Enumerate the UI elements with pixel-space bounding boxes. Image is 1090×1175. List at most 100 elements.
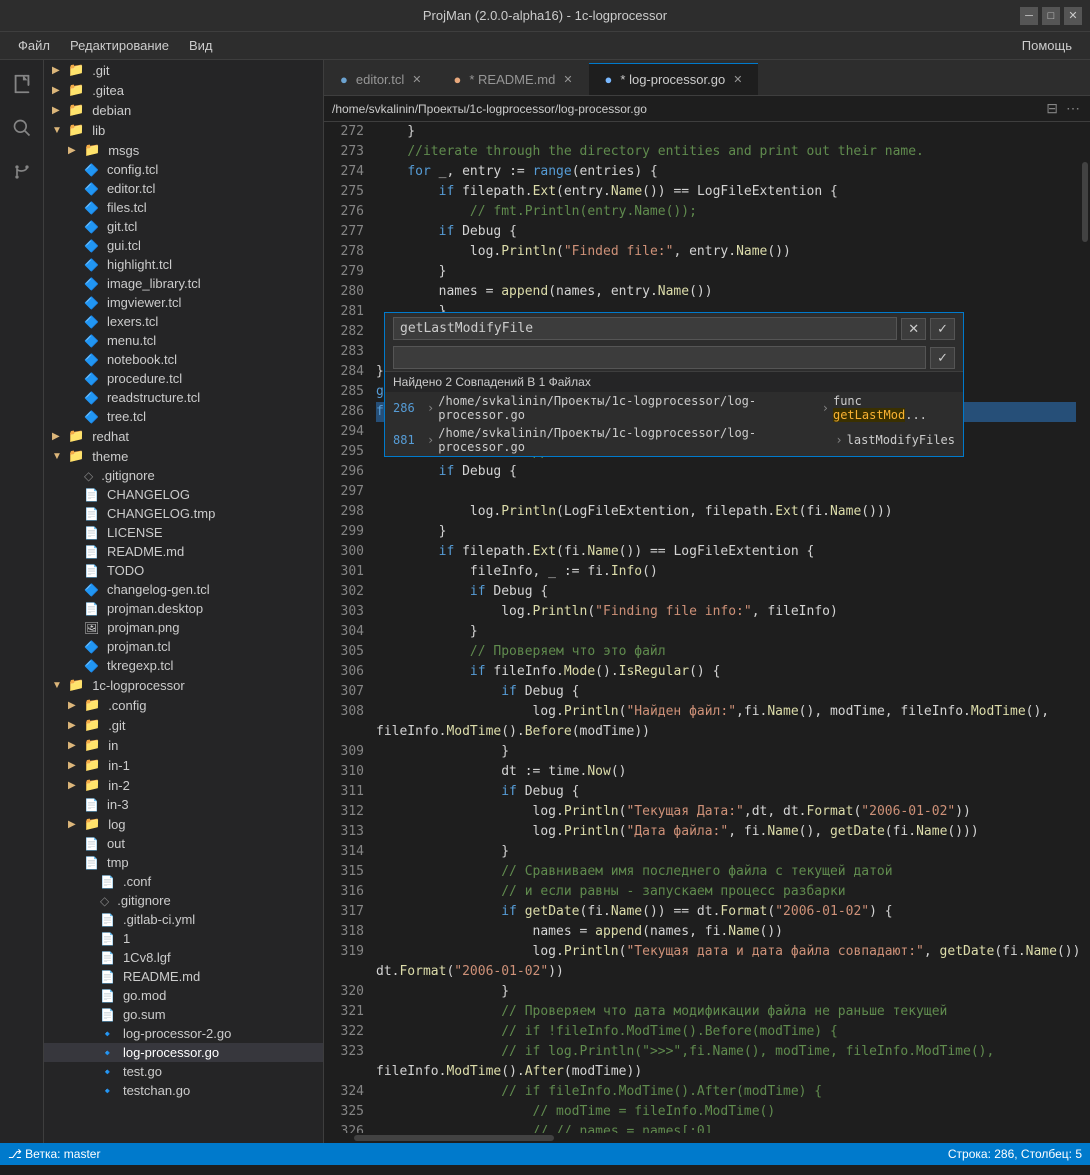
code-line: names = append(names, fi.Name()) (376, 922, 1076, 942)
minimize-button[interactable]: ─ (1020, 7, 1038, 25)
tree-item[interactable]: 📄out (44, 834, 323, 853)
close-button[interactable]: ✕ (1064, 7, 1082, 25)
cursor-position[interactable]: Строка: 286, Столбец: 5 (948, 1147, 1082, 1161)
tab-close-log-processor[interactable]: ✕ (733, 73, 742, 86)
line-number: 313 (332, 822, 364, 842)
line-number: 273 (332, 142, 364, 162)
replace-input[interactable] (393, 346, 926, 369)
tree-item[interactable]: 🔷notebook.tcl (44, 350, 323, 369)
tree-item[interactable]: 🔷image_library.tcl (44, 274, 323, 293)
git-branch-status[interactable]: ⎇ Ветка: master (8, 1147, 100, 1161)
tab-readme[interactable]: ● * README.md ✕ (438, 63, 589, 95)
tab-editor-tcl[interactable]: ● editor.tcl ✕ (324, 63, 438, 95)
vertical-scrollbar[interactable] (1080, 122, 1090, 1133)
tree-item-label: menu.tcl (107, 333, 156, 348)
line-number: 285 (332, 382, 364, 402)
menu-file[interactable]: Файл (8, 34, 60, 57)
tree-item[interactable]: 🔷config.tcl (44, 160, 323, 179)
scrollbar-thumb[interactable] (1082, 162, 1088, 242)
search-confirm-button[interactable]: ✓ (930, 318, 955, 340)
split-editor-icon[interactable]: ⊟ (1044, 100, 1060, 117)
tree-item[interactable]: 🔷tkregexp.tcl (44, 656, 323, 675)
maximize-button[interactable]: □ (1042, 7, 1060, 25)
tree-item[interactable]: 📄1 (44, 929, 323, 948)
tree-item[interactable]: 🔷imgviewer.tcl (44, 293, 323, 312)
menu-view[interactable]: Вид (179, 34, 223, 57)
tree-item[interactable]: ▶📁in-1 (44, 755, 323, 775)
tree-item[interactable]: 🔹test.go (44, 1062, 323, 1081)
tab-log-processor[interactable]: ● * log-processor.go ✕ (589, 63, 759, 95)
tree-item[interactable]: ▶📁in (44, 735, 323, 755)
tree-file-icon: 📁 (84, 777, 100, 793)
tree-arrow-icon: ▼ (52, 125, 64, 136)
h-scrollbar-thumb[interactable] (354, 1135, 554, 1141)
tree-item[interactable]: 📄in-3 (44, 795, 323, 814)
tree-item[interactable]: ▶📁.git (44, 715, 323, 735)
tab-close-editor-tcl[interactable]: ✕ (412, 73, 421, 86)
tree-item[interactable]: 📄.conf (44, 872, 323, 891)
tree-item[interactable]: ▶📁.git (44, 60, 323, 80)
tree-item[interactable]: 🔷changelog-gen.tcl (44, 580, 323, 599)
menu-help[interactable]: Помощь (1012, 34, 1082, 57)
tab-close-readme[interactable]: ✕ (563, 73, 572, 86)
menu-bar: Файл Редактирование Вид Помощь (0, 32, 1090, 60)
tree-item[interactable]: ▶📁log (44, 814, 323, 834)
tree-item[interactable]: 🔷git.tcl (44, 217, 323, 236)
search-input[interactable] (393, 317, 897, 340)
tree-item[interactable]: 📄CHANGELOG.tmp (44, 504, 323, 523)
search-clear-button[interactable]: ✕ (901, 318, 926, 340)
tree-item[interactable]: ▼📁1c-logprocessor (44, 675, 323, 695)
search-result-1[interactable]: 286 › /home/svkalinin/Проекты/1c-logproc… (385, 392, 963, 424)
line-number: 283 (332, 342, 364, 362)
tree-item[interactable]: 📄go.mod (44, 986, 323, 1005)
breadcrumb-icons: ⊟ ⋯ (1044, 100, 1082, 117)
search-result-2[interactable]: 881 › /home/svkalinin/Проекты/1c-logproc… (385, 424, 963, 456)
tree-item[interactable]: 🔷tree.tcl (44, 407, 323, 426)
menu-edit[interactable]: Редактирование (60, 34, 179, 57)
tree-item[interactable]: 🔷projman.tcl (44, 637, 323, 656)
tree-item[interactable]: 🔷files.tcl (44, 198, 323, 217)
tree-item[interactable]: ▼📁theme (44, 446, 323, 466)
tree-item[interactable]: ▼📁lib (44, 120, 323, 140)
tree-item[interactable]: 📄CHANGELOG (44, 485, 323, 504)
tree-item[interactable]: ◇.gitignore (44, 466, 323, 485)
tree-item[interactable]: 🔷lexers.tcl (44, 312, 323, 331)
tree-item[interactable]: 🔷gui.tcl (44, 236, 323, 255)
search-icon[interactable] (6, 112, 38, 144)
tree-item[interactable]: 🔹log-processor.go (44, 1043, 323, 1062)
tree-item[interactable]: 📄.gitlab-ci.yml (44, 910, 323, 929)
files-icon[interactable] (6, 68, 38, 100)
tree-item[interactable]: 📄tmp (44, 853, 323, 872)
tree-item[interactable]: 🔹log-processor-2.go (44, 1024, 323, 1043)
tree-item[interactable]: 🔷procedure.tcl (44, 369, 323, 388)
tree-item[interactable]: 📄README.md (44, 967, 323, 986)
horizontal-scrollbar[interactable] (324, 1133, 1090, 1143)
tree-item[interactable]: 📄projman.desktop (44, 599, 323, 618)
tree-item[interactable]: 📄README.md (44, 542, 323, 561)
line-number: 301 (332, 562, 364, 582)
tree-item[interactable]: 🔷highlight.tcl (44, 255, 323, 274)
result-arrow-2: › (822, 401, 829, 415)
replace-clear-button[interactable]: ✓ (930, 347, 955, 369)
tree-file-icon: 📄 (100, 875, 115, 889)
tree-item[interactable]: ▶📁in-2 (44, 775, 323, 795)
tree-item[interactable]: 🔹testchan.go (44, 1081, 323, 1100)
more-actions-icon[interactable]: ⋯ (1064, 100, 1082, 117)
tree-item[interactable]: 📄1Cv8.lgf (44, 948, 323, 967)
git-icon[interactable] (6, 156, 38, 188)
tree-item[interactable]: 📄TODO (44, 561, 323, 580)
line-number: 315 (332, 862, 364, 882)
tree-item[interactable]: ▶📁redhat (44, 426, 323, 446)
tree-item[interactable]: 📄LICENSE (44, 523, 323, 542)
tree-item[interactable]: ▶📁msgs (44, 140, 323, 160)
tree-item[interactable]: ▶📁.gitea (44, 80, 323, 100)
tree-item[interactable]: ◇.gitignore (44, 891, 323, 910)
tree-item[interactable]: ▶📁debian (44, 100, 323, 120)
tree-item[interactable]: 📄go.sum (44, 1005, 323, 1024)
file-tree[interactable]: ▶📁.git▶📁.gitea▶📁debian▼📁lib▶📁msgs🔷config… (44, 60, 324, 1143)
tree-item[interactable]: 🔷readstructure.tcl (44, 388, 323, 407)
tree-item[interactable]: ▶📁.config (44, 695, 323, 715)
tree-item[interactable]: 🔷editor.tcl (44, 179, 323, 198)
tree-item[interactable]: 🔷menu.tcl (44, 331, 323, 350)
tree-item[interactable]: 🖼projman.png (44, 618, 323, 637)
